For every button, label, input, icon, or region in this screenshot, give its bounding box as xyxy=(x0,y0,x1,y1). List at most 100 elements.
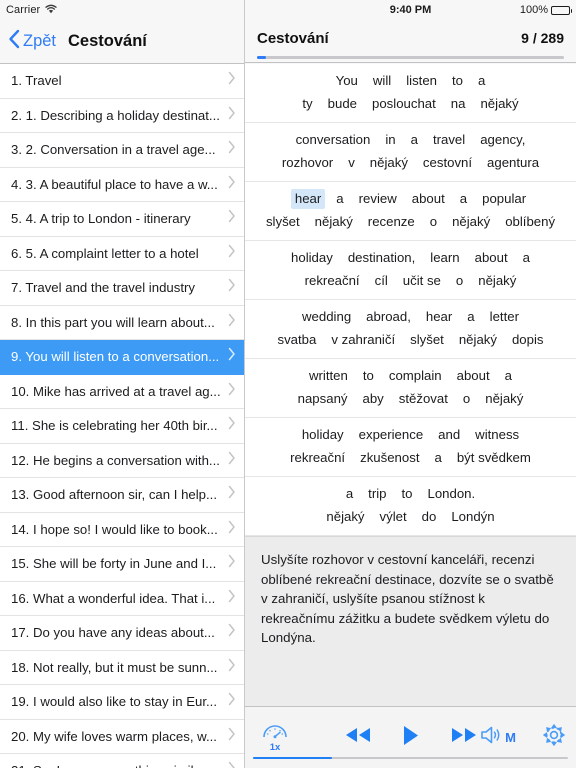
target-word[interactable]: recenze xyxy=(364,213,419,233)
list-item[interactable]: 20. My wife loves warm places, w... xyxy=(0,719,244,754)
target-word[interactable]: cíl xyxy=(371,272,392,292)
source-word[interactable]: a xyxy=(463,307,478,327)
target-word[interactable]: o xyxy=(452,272,467,292)
target-word[interactable]: slyšet xyxy=(406,331,448,351)
sentence-pair-row[interactable]: hear a review about a popular slyšet nějaký rece… xyxy=(245,182,576,241)
source-word[interactable]: a xyxy=(501,366,516,386)
target-word[interactable]: Londýn xyxy=(447,508,498,528)
target-word[interactable]: bude xyxy=(324,95,361,115)
source-word[interactable]: witness xyxy=(471,425,523,445)
target-word[interactable]: poslouchat xyxy=(368,95,440,115)
reading-progress-bar[interactable] xyxy=(257,56,564,59)
source-word[interactable]: London. xyxy=(424,484,480,504)
source-word[interactable]: a xyxy=(519,248,534,268)
target-word[interactable]: nějaký xyxy=(476,95,522,115)
source-word[interactable]: in xyxy=(381,130,399,150)
target-word[interactable]: slyšet xyxy=(262,213,304,233)
sentence-pair-row[interactable]: holiday experience and witness rekreační zkuš… xyxy=(245,418,576,477)
source-word[interactable]: a xyxy=(332,189,347,209)
target-word[interactable]: zkušenost xyxy=(356,449,423,469)
source-word[interactable]: about xyxy=(408,189,449,209)
source-word[interactable]: a xyxy=(342,484,357,504)
sentence-pair-row[interactable]: holiday destination, learn about a rekreační c… xyxy=(245,241,576,300)
source-word[interactable]: listen xyxy=(402,71,441,91)
list-item[interactable]: 6. 5. A complaint letter to a hotel xyxy=(0,236,244,271)
target-word[interactable]: svatba xyxy=(273,331,320,351)
source-word[interactable]: letter xyxy=(486,307,523,327)
gear-icon[interactable] xyxy=(542,723,566,752)
list-item[interactable]: 3. 2. Conversation in a travel age... xyxy=(0,133,244,168)
rewind-icon[interactable] xyxy=(344,726,372,749)
source-word[interactable]: complain xyxy=(385,366,446,386)
target-word[interactable]: stěžovat xyxy=(395,390,452,410)
source-word[interactable]: trip xyxy=(364,484,390,504)
sentence-pair-row[interactable]: a trip to London. nějaký výlet do Londýn xyxy=(245,477,576,536)
source-word[interactable]: agency, xyxy=(476,130,529,150)
target-word[interactable]: nějaký xyxy=(366,154,412,174)
play-icon[interactable] xyxy=(402,725,420,751)
playback-speed-button[interactable]: 1x xyxy=(255,722,295,753)
source-word[interactable]: holiday xyxy=(298,425,348,445)
source-word[interactable]: to xyxy=(448,71,467,91)
list-item[interactable]: 15. She will be forty in June and I... xyxy=(0,547,244,582)
target-word[interactable]: rekreační xyxy=(301,272,364,292)
chapter-list[interactable]: 1. Travel 2. 1. Describing a holiday dest… xyxy=(0,64,244,768)
source-word[interactable]: popular xyxy=(478,189,530,209)
source-word[interactable]: abroad, xyxy=(362,307,415,327)
list-item[interactable]: 17. Do you have any ideas about... xyxy=(0,616,244,651)
source-word[interactable]: travel xyxy=(429,130,469,150)
sentence-pair-row[interactable]: wedding abroad, hear a letter svatba v zahrani… xyxy=(245,300,576,359)
list-item[interactable]: 13. Good afternoon sir, can I help... xyxy=(0,478,244,513)
target-word[interactable]: a xyxy=(431,449,446,469)
fast-forward-icon[interactable] xyxy=(450,726,478,749)
source-word[interactable]: conversation xyxy=(292,130,375,150)
list-item[interactable]: 7. Travel and the travel industry xyxy=(0,271,244,306)
target-word[interactable]: rozhovor xyxy=(278,154,337,174)
source-word[interactable]: You xyxy=(332,71,362,91)
audio-progress-bar[interactable] xyxy=(253,756,568,759)
target-word[interactable]: o xyxy=(426,213,441,233)
list-item[interactable]: 21. So, I guess something similar... xyxy=(0,754,244,768)
target-word[interactable]: nějaký xyxy=(311,213,357,233)
target-word[interactable]: na xyxy=(447,95,470,115)
source-word[interactable]: will xyxy=(369,71,395,91)
target-word[interactable]: v zahraničí xyxy=(327,331,399,351)
target-word[interactable]: nějaký xyxy=(474,272,520,292)
source-word[interactable]: to xyxy=(359,366,378,386)
target-word[interactable]: rekreační xyxy=(286,449,349,469)
target-word[interactable]: nějaký xyxy=(448,213,494,233)
speaker-mode-button[interactable]: M xyxy=(479,724,516,751)
source-word[interactable]: about xyxy=(453,366,494,386)
target-word[interactable]: agentura xyxy=(483,154,543,174)
source-word[interactable]: a xyxy=(456,189,471,209)
bilingual-content[interactable]: You will listen to a ty bude poslouchat na nějaký… xyxy=(245,64,576,706)
list-item[interactable]: 4. 3. A beautiful place to have a w... xyxy=(0,167,244,202)
source-word[interactable]: wedding xyxy=(298,307,355,327)
source-word[interactable]: a xyxy=(474,71,489,91)
source-word[interactable]: and xyxy=(434,425,464,445)
list-item[interactable]: 10. Mike has arrived at a travel ag... xyxy=(0,374,244,409)
sentence-pair-row[interactable]: written to complain about a napsaný aby stěžova… xyxy=(245,359,576,418)
back-button[interactable]: Zpět xyxy=(0,29,56,54)
source-word[interactable]: about xyxy=(471,248,512,268)
list-item[interactable]: 16. What a wonderful idea. That i... xyxy=(0,581,244,616)
target-word[interactable]: dopis xyxy=(508,331,548,351)
source-word[interactable]: to xyxy=(398,484,417,504)
target-word[interactable]: o xyxy=(459,390,474,410)
list-item[interactable]: 14. I hope so! I would like to book... xyxy=(0,512,244,547)
source-word[interactable]: hear xyxy=(422,307,456,327)
source-word[interactable]: destination, xyxy=(344,248,419,268)
target-word[interactable]: nějaký xyxy=(455,331,501,351)
target-word[interactable]: oblíbený xyxy=(501,213,559,233)
list-item[interactable]: 18. Not really, but it must be sunn... xyxy=(0,650,244,685)
source-word[interactable]: a xyxy=(407,130,422,150)
target-word[interactable]: do xyxy=(418,508,441,528)
source-word[interactable]: learn xyxy=(426,248,463,268)
target-word[interactable]: cestovní xyxy=(419,154,476,174)
target-word[interactable]: výlet xyxy=(376,508,411,528)
list-item[interactable]: 9. You will listen to a conversation... xyxy=(0,340,244,375)
source-word[interactable]: experience xyxy=(355,425,428,445)
list-item[interactable]: 1. Travel xyxy=(0,64,244,99)
target-word[interactable]: být svědkem xyxy=(453,449,535,469)
target-word[interactable]: učit se xyxy=(399,272,445,292)
